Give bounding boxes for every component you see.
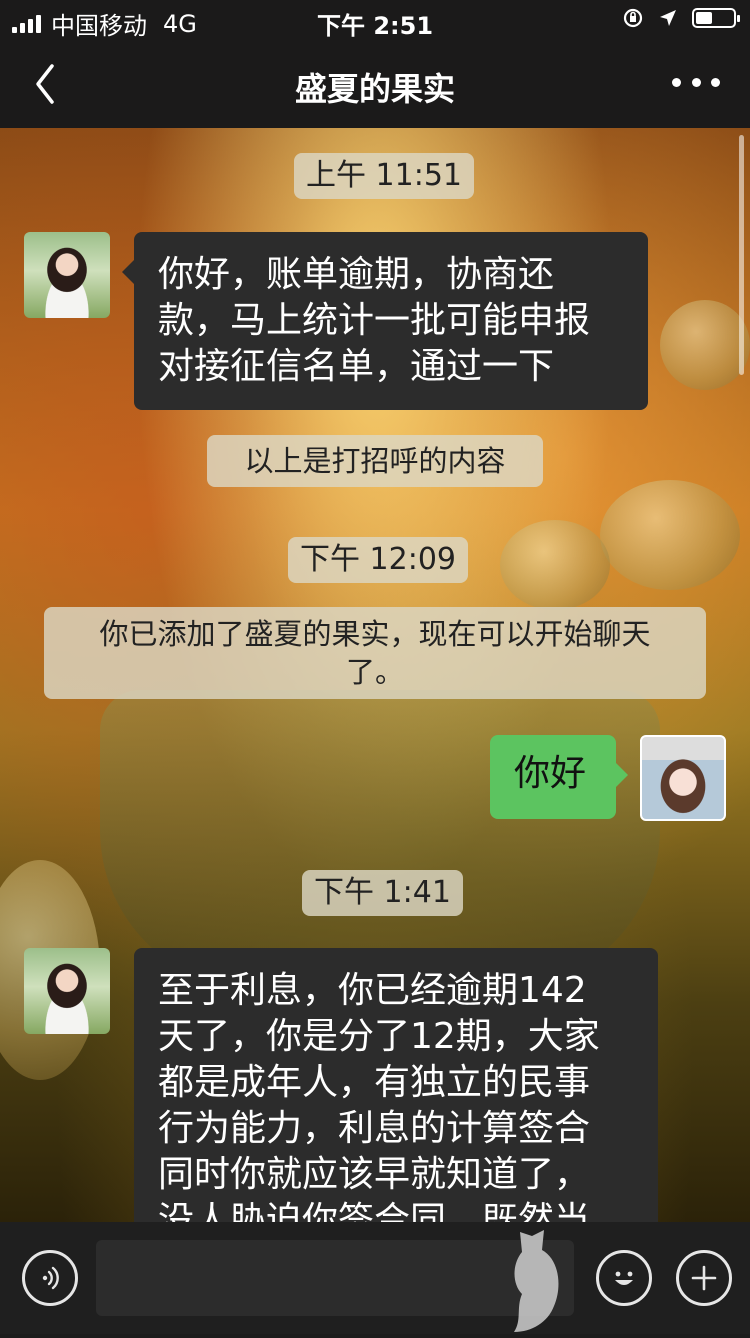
message-text: 你好 bbox=[514, 753, 587, 794]
battery-icon bbox=[692, 8, 740, 28]
wallpaper-coin bbox=[500, 520, 610, 610]
message-line: 对接征信名单，通过一下 bbox=[158, 346, 555, 387]
incoming-message[interactable]: 至于利息，你已经逾期142 天了，你是分了12期，大家 都是成年人，有独立的民事… bbox=[134, 948, 658, 1248]
message-line: 款，马上统计一批可能申报 bbox=[158, 300, 591, 341]
emoji-icon[interactable] bbox=[596, 1250, 652, 1306]
system-message-text: 以上是打招呼的内容 bbox=[244, 444, 506, 478]
chat-header: 盛夏的果实 bbox=[0, 40, 750, 128]
system-message: 以上是打招呼的内容 bbox=[207, 435, 543, 487]
timestamp-chip: 上午 11:51 bbox=[294, 153, 474, 199]
wallpaper-coin bbox=[600, 480, 740, 590]
location-arrow-icon bbox=[660, 10, 676, 26]
incoming-message[interactable]: 你好，账单逾期，协商还 款，马上统计一批可能申报 对接征信名单，通过一下 bbox=[122, 232, 648, 410]
system-message-text: 你已添加了盛夏的果实，现在可以开始聊天 bbox=[99, 617, 651, 651]
system-message: 你已添加了盛夏的果实，现在可以开始聊天 了。 bbox=[44, 607, 706, 699]
message-line: 都是成年人，有独立的民事 bbox=[158, 1062, 591, 1103]
my-avatar[interactable] bbox=[640, 735, 726, 821]
message-line: 同时你就应该早就知道了， bbox=[158, 1154, 591, 1195]
wallpaper-coin bbox=[660, 300, 750, 390]
message-line: 行为能力，利息的计算签合 bbox=[158, 1108, 591, 1149]
message-line: 你好，账单逾期，协商还 bbox=[158, 254, 555, 295]
timestamp-chip: 下午 12:09 bbox=[288, 537, 468, 583]
status-bar: 中国移动 4G 下午 2:51 bbox=[0, 0, 750, 40]
timestamp-chip: 下午 1:41 bbox=[302, 870, 463, 916]
contact-avatar[interactable] bbox=[24, 948, 110, 1034]
contact-avatar[interactable] bbox=[24, 232, 110, 318]
voice-icon[interactable] bbox=[22, 1250, 78, 1306]
message-line: 天了，你是分了12期，大家 bbox=[158, 1016, 600, 1057]
chat-scrollbar[interactable] bbox=[739, 135, 744, 375]
outgoing-message[interactable]: 你好 bbox=[490, 735, 628, 819]
more-icon[interactable] bbox=[672, 62, 720, 102]
rotation-lock-icon bbox=[623, 8, 643, 28]
wallpaper-cat-silhouette bbox=[514, 1230, 559, 1332]
message-line: 至于利息，你已经逾期142 bbox=[158, 970, 587, 1011]
chat-title: 盛夏的果实 bbox=[294, 70, 455, 108]
input-bar bbox=[0, 1222, 750, 1334]
plus-icon[interactable] bbox=[676, 1250, 732, 1306]
system-message-text: 了。 bbox=[345, 655, 404, 689]
